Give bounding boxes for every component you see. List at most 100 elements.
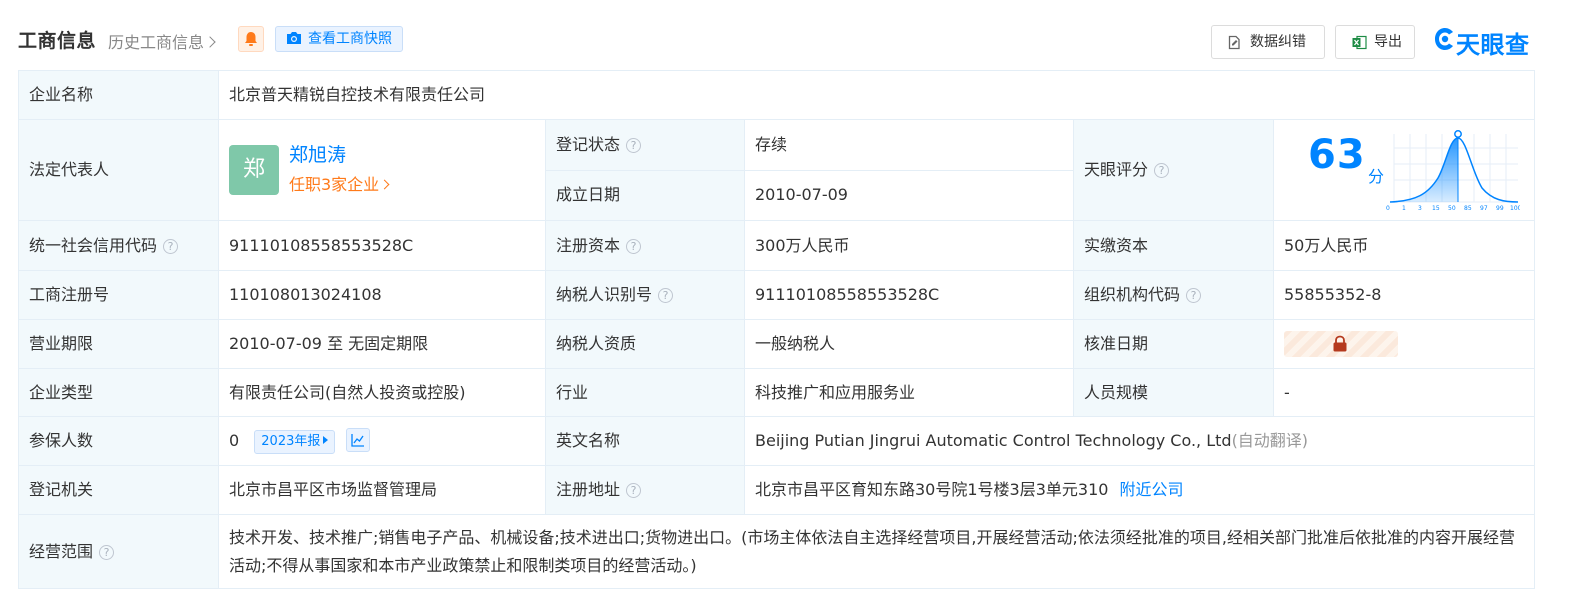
history-link-label: 历史工商信息	[108, 33, 205, 52]
auto-translate-note: (自动翻译)	[1231, 431, 1309, 450]
table-row: 企业类型 有限责任公司(自然人投资或控股) 行业 科技推广和应用服务业 人员规模…	[18, 368, 1536, 417]
table-row: 工商注册号 110108013024108 纳税人识别号? 9111010855…	[18, 270, 1536, 320]
reg-capital-value: 300万人民币	[744, 220, 1074, 271]
help-icon[interactable]: ?	[626, 238, 642, 254]
staff-size-value: -	[1272, 368, 1536, 417]
score-distribution-chart: 0 1 3 15 50 85 97 99 100	[1386, 130, 1520, 212]
org-code-label-text: 组织机构代码	[1084, 285, 1181, 304]
reg-no-value: 110108013024108	[218, 270, 546, 320]
insured-label: 参保人数	[18, 416, 219, 466]
table-row: 企业名称 北京普天精锐自控技术有限责任公司	[18, 70, 1536, 120]
score-axis-tick: 15	[1432, 205, 1440, 212]
english-name-cell: Beijing Putian Jingrui Automatic Control…	[743, 416, 1536, 466]
chevron-right-icon	[204, 36, 216, 48]
term-value: 2010-07-09 至 无固定期限	[218, 319, 546, 369]
logo-text: 天眼查	[1456, 31, 1530, 59]
scope-value: 技术开发、技术推广;销售电子产品、机械设备;技术进出口;货物进出口。(市场主体依…	[217, 514, 1536, 589]
history-link[interactable]: 历史工商信息	[108, 29, 216, 53]
reg-no-label: 工商注册号	[18, 270, 219, 320]
annual-report-tag-label: 2023年报	[261, 434, 321, 449]
camera-icon	[287, 32, 301, 44]
chevron-right-icon	[379, 179, 390, 190]
reg-capital-label: 注册资本?	[545, 220, 745, 271]
paid-capital-label: 实缴资本	[1073, 220, 1274, 271]
score-axis-tick: 97	[1480, 205, 1488, 212]
score-axis-tick: 0	[1386, 205, 1390, 212]
founded-value: 2010-07-09	[744, 169, 1074, 221]
export-button-label: 导出	[1374, 34, 1402, 50]
credit-code-label: 统一社会信用代码?	[18, 220, 219, 271]
score-label: 天眼评分?	[1073, 119, 1274, 221]
english-name-value: Beijing Putian Jingrui Automatic Control…	[755, 431, 1232, 450]
nearby-companies-link[interactable]: 附近公司	[1120, 480, 1184, 499]
reg-status-label-text: 登记状态	[556, 134, 621, 154]
snapshot-button[interactable]: 查看工商快照	[275, 26, 403, 52]
legal-rep-label: 法定代表人	[18, 119, 219, 221]
score-axis-tick: 85	[1464, 205, 1472, 212]
help-icon[interactable]: ?	[1154, 163, 1170, 178]
taxpayer-id-label: 纳税人识别号?	[545, 270, 745, 320]
address-cell: 北京市昌平区育知东路30号院1号楼3层3单元310 附近公司	[743, 465, 1536, 515]
company-name-label: 企业名称	[18, 70, 219, 120]
scope-label-text: 经营范围	[29, 541, 94, 561]
locked-field[interactable]	[1284, 331, 1398, 357]
help-icon[interactable]: ?	[163, 238, 179, 254]
legal-rep-positions-text: 任职3家企业	[289, 175, 380, 194]
table-row: 统一社会信用代码? 91110108558553528C 注册资本? 300万人…	[18, 220, 1536, 271]
credit-code-label-text: 统一社会信用代码	[29, 235, 158, 255]
insured-value: 0	[229, 431, 240, 450]
help-icon[interactable]: ?	[626, 137, 642, 153]
table-row: 登记机关 北京市昌平区市场监督管理局 注册地址? 北京市昌平区育知东路30号院1…	[18, 465, 1536, 515]
legal-rep-cell: 郑 郑旭涛 任职3家企业	[218, 119, 546, 221]
scope-label: 经营范围?	[18, 514, 219, 589]
score-unit: 分	[1368, 167, 1385, 186]
reg-status-value: 存续	[744, 119, 1074, 171]
help-icon[interactable]: ?	[99, 544, 115, 560]
eye-logo-icon	[1435, 28, 1453, 50]
authority-value: 北京市昌平区市场监督管理局	[218, 465, 546, 515]
edit-doc-icon	[1228, 35, 1240, 50]
taxpayer-qual-value: 一般纳税人	[744, 319, 1074, 369]
taxpayer-qual-label: 纳税人资质	[545, 319, 745, 369]
taxpayer-id-value: 91110108558553528C	[744, 270, 1074, 320]
reg-status-label: 登记状态?	[545, 119, 745, 171]
industry-label: 行业	[545, 368, 745, 417]
trend-chart-button[interactable]	[346, 428, 371, 452]
score-label-text: 天眼评分	[1084, 160, 1149, 179]
insured-cell: 0 2023年报	[218, 416, 546, 466]
score-axis-tick: 100	[1510, 205, 1520, 212]
avatar[interactable]: 郑	[229, 145, 279, 195]
score-axis-tick: 1	[1402, 205, 1406, 212]
legal-rep-name-link[interactable]: 郑旭涛	[289, 144, 346, 166]
score-axis-tick: 3	[1418, 205, 1422, 212]
help-icon[interactable]: ?	[1186, 288, 1202, 303]
help-icon[interactable]: ?	[626, 483, 642, 498]
excel-icon	[1352, 35, 1367, 50]
industry-value: 科技推广和应用服务业	[744, 368, 1074, 417]
export-button[interactable]: 导出	[1335, 25, 1415, 59]
org-code-value: 55855352-8	[1272, 270, 1536, 320]
approval-date-cell	[1272, 319, 1536, 369]
score-cell[interactable]: 63 分 0 1 3 15 50 85 97 99 100	[1272, 119, 1536, 221]
monitor-bell-button[interactable]	[238, 26, 264, 52]
help-icon[interactable]: ?	[658, 288, 674, 303]
data-correction-label: 数据纠错	[1250, 34, 1306, 50]
term-label: 营业期限	[18, 319, 219, 369]
table-row: 参保人数 0 2023年报 英文名称 Beijing Putian Jingru…	[18, 416, 1536, 466]
table-row: 营业期限 2010-07-09 至 无固定期限 纳税人资质 一般纳税人 核准日期	[18, 319, 1536, 369]
table-row: 经营范围? 技术开发、技术推广;销售电子产品、机械设备;技术进出口;货物进出口。…	[18, 514, 1536, 589]
score-value: 63	[1308, 132, 1366, 178]
taxpayer-id-label-text: 纳税人识别号	[556, 285, 653, 304]
annual-report-tag[interactable]: 2023年报	[254, 430, 336, 454]
address-label-text: 注册地址	[556, 480, 621, 499]
section-title: 工商信息	[18, 30, 97, 52]
authority-label: 登记机关	[18, 465, 219, 515]
table-row: 法定代表人 郑 郑旭涛 任职3家企业 登记状态? 存续 天眼评分? 63 分 0…	[18, 119, 1536, 221]
type-value: 有限责任公司(自然人投资或控股)	[218, 368, 546, 417]
address-label: 注册地址?	[545, 465, 745, 515]
type-label: 企业类型	[18, 368, 219, 417]
data-correction-button[interactable]: 数据纠错	[1211, 25, 1325, 59]
english-name-label: 英文名称	[545, 416, 745, 466]
legal-rep-positions-link[interactable]: 任职3家企业	[289, 174, 390, 196]
founded-label: 成立日期	[545, 169, 745, 221]
